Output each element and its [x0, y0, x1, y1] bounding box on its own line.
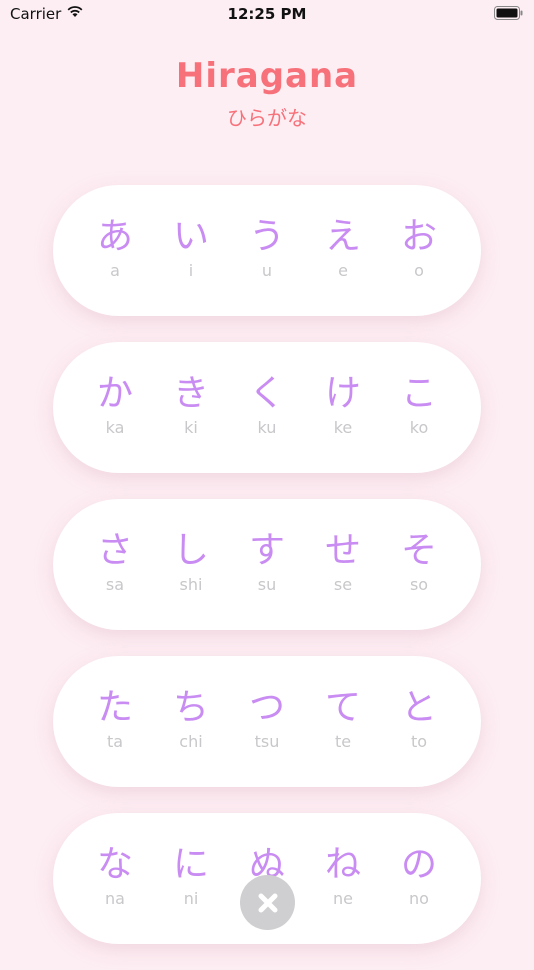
romaji-label: ki — [184, 418, 198, 437]
kana-character: け — [324, 373, 361, 414]
kana-character: き — [172, 373, 209, 414]
romaji-label: u — [261, 261, 273, 280]
kana-row: た ta ち chi つ tsu て te と to — [53, 656, 481, 787]
kana-row: さ sa し shi す su せ se そ so — [53, 499, 481, 630]
kana-cell[interactable]: な na — [77, 845, 153, 909]
kana-cell[interactable]: に ni — [153, 845, 229, 909]
kana-cell[interactable]: そ so — [381, 531, 457, 595]
kana-character: に — [172, 844, 209, 885]
kana-row-cells: か ka き ki く ku け ke こ ko — [77, 374, 457, 438]
kana-cell[interactable]: いi — [153, 217, 229, 281]
kana-cell[interactable]: し shi — [153, 531, 229, 595]
kana-character: せ — [324, 530, 361, 571]
romaji-label: ta — [106, 732, 124, 751]
kana-character: な — [96, 844, 133, 885]
kana-row-cells: さ sa し shi す su せ se そ so — [77, 531, 457, 595]
kana-character: う — [248, 216, 285, 257]
romaji-label: a — [110, 261, 120, 280]
romaji-label: ku — [257, 418, 277, 437]
kana-character: ち — [172, 687, 209, 728]
kana-character: そ — [400, 530, 437, 571]
kana-row-cells: あaいiうuえeおo — [77, 217, 457, 281]
romaji-label: no — [409, 889, 429, 908]
kana-rows: あ a い i う u え e お o か ka き ki く ku け ke こ ko さ sa し shi す su せ se そ s… — [53, 185, 481, 970]
kana-cell[interactable]: た ta — [77, 688, 153, 752]
kana-character: し — [172, 530, 209, 571]
status-time: 12:25 PM — [227, 5, 307, 23]
kana-cell[interactable]: ね ne — [305, 845, 381, 909]
romaji-label: te — [334, 732, 352, 751]
romaji-label: tsu — [254, 732, 280, 751]
kana-character: あ — [96, 216, 133, 257]
kana-character: え — [324, 216, 361, 257]
kana-character: お — [400, 216, 437, 257]
page-title: Hiragana — [175, 56, 359, 96]
romaji-label: ni — [183, 889, 199, 908]
kana-character: ね — [324, 844, 361, 885]
page-subtitle: ひらがな — [227, 106, 307, 130]
close-button[interactable] — [240, 875, 295, 930]
kana-character: さ — [96, 530, 133, 571]
kana-cell[interactable]: せ se — [305, 531, 381, 595]
romaji-label: i — [188, 261, 194, 280]
kana-character: く — [248, 373, 285, 414]
kana-row: あaいiうuえeおo — [53, 185, 481, 316]
kana-row: か ka き ki く ku け ke こ ko — [53, 342, 481, 473]
kana-cell[interactable]: か ka — [77, 374, 153, 438]
kana-cell[interactable]: こ ko — [381, 374, 457, 438]
romaji-label: sa — [105, 575, 125, 594]
romaji-label: ka — [105, 418, 125, 437]
kana-character: て — [324, 687, 361, 728]
romaji-label: o — [414, 261, 424, 280]
kana-cell[interactable]: け ke — [305, 374, 381, 438]
kana-cell[interactable]: く ku — [229, 374, 305, 438]
kana-character: つ — [248, 687, 285, 728]
kana-cell[interactable]: えe — [305, 217, 381, 281]
romaji-label: ko — [409, 418, 429, 437]
romaji-label: to — [410, 732, 428, 751]
kana-character: か — [96, 373, 133, 414]
kana-cell[interactable]: さ sa — [77, 531, 153, 595]
kana-cell[interactable]: うu — [229, 217, 305, 281]
kana-character: と — [400, 687, 437, 728]
kana-cell[interactable]: おo — [381, 217, 457, 281]
romaji-label: shi — [179, 575, 203, 594]
kana-cell[interactable]: ち chi — [153, 688, 229, 752]
romaji-label: se — [333, 575, 353, 594]
kana-cell[interactable]: の no — [381, 845, 457, 909]
kana-character: す — [248, 530, 285, 571]
kana-row-cells: た ta ち chi つ tsu て te と to — [77, 688, 457, 752]
romaji-label: na — [105, 889, 125, 908]
battery-icon — [494, 6, 523, 20]
romaji-label: su — [257, 575, 277, 594]
kana-cell[interactable]: あa — [77, 217, 153, 281]
close-icon — [258, 893, 277, 912]
kana-cell[interactable]: き ki — [153, 374, 229, 438]
kana-character: の — [400, 844, 437, 885]
kana-character: こ — [400, 373, 437, 414]
romaji-label: so — [409, 575, 429, 594]
kana-cell[interactable]: つ tsu — [229, 688, 305, 752]
kana-cell[interactable]: と to — [381, 688, 457, 752]
romaji-label: e — [338, 261, 348, 280]
status-bar: Carrier 12:25 PM — [0, 0, 534, 28]
kana-cell[interactable]: て te — [305, 688, 381, 752]
romaji-label: ke — [333, 418, 353, 437]
kana-cell[interactable]: す su — [229, 531, 305, 595]
romaji-label: ne — [333, 889, 353, 908]
romaji-label: chi — [179, 732, 203, 751]
kana-character: い — [172, 216, 209, 257]
kana-character: た — [96, 687, 133, 728]
